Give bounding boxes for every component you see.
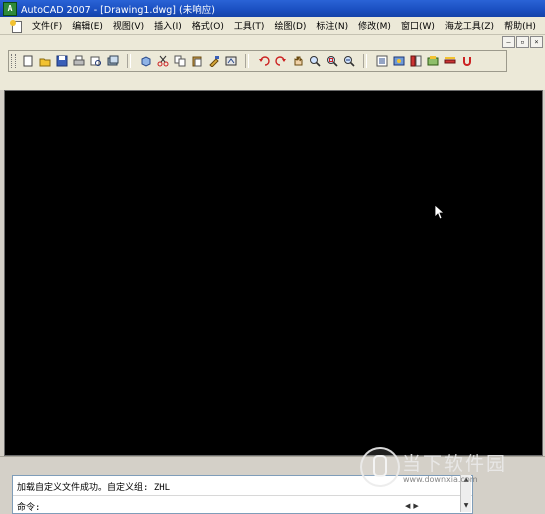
menu-draw[interactable]: 绘图(D) xyxy=(269,19,311,32)
menu-edit[interactable]: 编辑(E) xyxy=(67,19,108,32)
command-history[interactable]: 加载自定义文件成功。自定义组: ZHL 命令: xyxy=(12,475,473,514)
mouse-cursor-icon xyxy=(434,204,446,220)
print-icon[interactable] xyxy=(73,55,85,67)
properties-icon[interactable] xyxy=(376,55,388,67)
menu-tools[interactable]: 工具(T) xyxy=(229,19,270,32)
toolbar-separator xyxy=(127,54,131,68)
close-document-button[interactable]: × xyxy=(530,36,543,48)
menu-file[interactable]: 文件(F) xyxy=(27,19,67,32)
toolbar-grip[interactable] xyxy=(11,54,16,68)
sheet-set-icon[interactable] xyxy=(427,55,439,67)
redo-icon[interactable] xyxy=(274,55,287,67)
menu-view[interactable]: 视图(V) xyxy=(108,19,149,32)
menu-hailong-tools[interactable]: 海龙工具(Z) xyxy=(440,19,499,32)
open-icon[interactable] xyxy=(39,55,51,67)
scroll-left-arrow-icon[interactable]: ◀ xyxy=(405,502,410,510)
standard-toolbar xyxy=(8,50,507,72)
pan-icon[interactable] xyxy=(292,55,304,67)
menu-modify[interactable]: 修改(M) xyxy=(353,19,396,32)
toolbar-separator xyxy=(245,54,249,68)
copy-icon[interactable] xyxy=(174,55,186,67)
title-bar: A AutoCAD 2007 - [Drawing1.dwg] (未响应) xyxy=(0,0,545,17)
menu-bar: 文件(F) 编辑(E) 视图(V) 插入(I) 格式(O) 工具(T) 绘图(D… xyxy=(0,17,545,35)
block-editor-icon[interactable] xyxy=(225,55,237,67)
command-divider xyxy=(13,495,472,496)
window-title: AutoCAD 2007 - [Drawing1.dwg] (未响应) xyxy=(21,4,215,16)
scroll-up-arrow-icon[interactable]: ▲ xyxy=(462,476,470,484)
cut-icon[interactable] xyxy=(157,55,169,67)
save-icon[interactable] xyxy=(56,55,68,67)
menu-format[interactable]: 格式(O) xyxy=(187,19,229,32)
command-history-line: 加载自定义文件成功。自定义组: ZHL xyxy=(17,483,171,493)
scroll-right-arrow-icon[interactable]: ▶ xyxy=(413,502,418,510)
new-icon[interactable] xyxy=(22,55,34,67)
menu-insert[interactable]: 插入(I) xyxy=(149,19,187,32)
undo-icon[interactable] xyxy=(258,55,270,67)
plot-preview-icon[interactable] xyxy=(90,55,102,67)
drawing-canvas[interactable] xyxy=(4,90,543,456)
horizontal-scrollbar[interactable]: ◀ ▶ xyxy=(405,501,469,511)
menu-help[interactable]: 帮助(H) xyxy=(499,19,541,32)
zoom-realtime-icon[interactable] xyxy=(309,55,321,67)
document-window-controls: – ▫ × xyxy=(0,35,545,48)
designcenter-icon[interactable] xyxy=(393,55,405,67)
zoom-window-icon[interactable] xyxy=(326,55,338,67)
calculator-icon[interactable] xyxy=(461,55,473,67)
minimize-document-button[interactable]: – xyxy=(502,36,515,48)
publish-icon[interactable] xyxy=(107,55,119,67)
menu-window[interactable]: 窗口(W) xyxy=(396,19,440,32)
zoom-previous-icon[interactable] xyxy=(343,55,355,67)
toolbar-area xyxy=(0,48,545,90)
3d-dwf-icon[interactable] xyxy=(140,55,152,67)
paste-icon[interactable] xyxy=(191,55,203,67)
markup-icon[interactable] xyxy=(444,55,456,67)
restore-document-button[interactable]: ▫ xyxy=(516,36,529,48)
toolbar-separator xyxy=(363,54,367,68)
menu-dimension[interactable]: 标注(N) xyxy=(311,19,353,32)
match-properties-icon[interactable] xyxy=(208,55,220,67)
tool-palettes-icon[interactable] xyxy=(410,55,422,67)
command-prompt[interactable]: 命令: xyxy=(17,500,40,513)
document-icon[interactable] xyxy=(10,19,22,33)
autocad-app-icon[interactable]: A xyxy=(3,1,17,16)
